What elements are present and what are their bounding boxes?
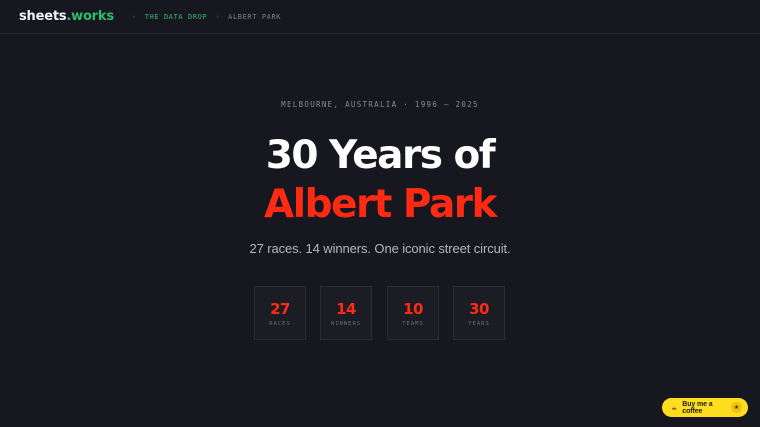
stat-card-teams: 10 TEAMS	[387, 286, 439, 340]
coffee-button-label: Buy me a coffee	[682, 400, 713, 415]
stat-card-winners: 14 WINNERS	[320, 286, 372, 340]
stat-label: RACES	[269, 321, 291, 327]
stat-card-races: 27 RACES	[254, 286, 306, 340]
stats-row: 27 RACES 14 WINNERS 10 TEAMS 30 YEARS	[254, 286, 506, 340]
hero-title-line1: 30 Years of	[265, 133, 496, 178]
breadcrumb-separator: ›	[215, 12, 221, 21]
buy-me-a-coffee-button[interactable]: ☕ Buy me a coffee ★	[662, 398, 748, 417]
breadcrumb-current: ALBERT PARK	[228, 12, 282, 21]
star-icon: ★	[731, 402, 742, 413]
breadcrumb: › THE DATA DROP › ALBERT PARK	[124, 13, 281, 21]
stat-label: WINNERS	[330, 321, 362, 327]
stat-value: 27	[270, 300, 290, 318]
page: sheets. works › THE DATA DROP › ALBERT PA…	[0, 0, 760, 427]
stat-label: YEARS	[468, 321, 490, 327]
breadcrumb-separator: ›	[131, 12, 137, 21]
site-logo[interactable]: sheets. works	[19, 9, 114, 24]
breadcrumb-link-data-drop[interactable]: THE DATA DROP	[145, 13, 208, 21]
hero-title-line2: Albert Park	[264, 182, 497, 227]
logo-text-works: works	[71, 9, 114, 24]
stat-value: 30	[469, 300, 489, 318]
stat-value: 14	[336, 300, 356, 318]
stat-card-years: 30 YEARS	[453, 286, 505, 340]
hero-subtitle: 27 races. 14 winners. One iconic street …	[249, 241, 511, 256]
stat-value: 10	[403, 300, 423, 318]
coffee-cup-icon: ☕	[671, 404, 678, 412]
logo-text-sheets: sheets	[19, 9, 67, 24]
stat-label: TEAMS	[402, 321, 424, 327]
top-nav: sheets. works › THE DATA DROP › ALBERT PA…	[0, 0, 760, 34]
hero-eyebrow: MELBOURNE, AUSTRALIA · 1996 – 2025	[281, 100, 479, 109]
